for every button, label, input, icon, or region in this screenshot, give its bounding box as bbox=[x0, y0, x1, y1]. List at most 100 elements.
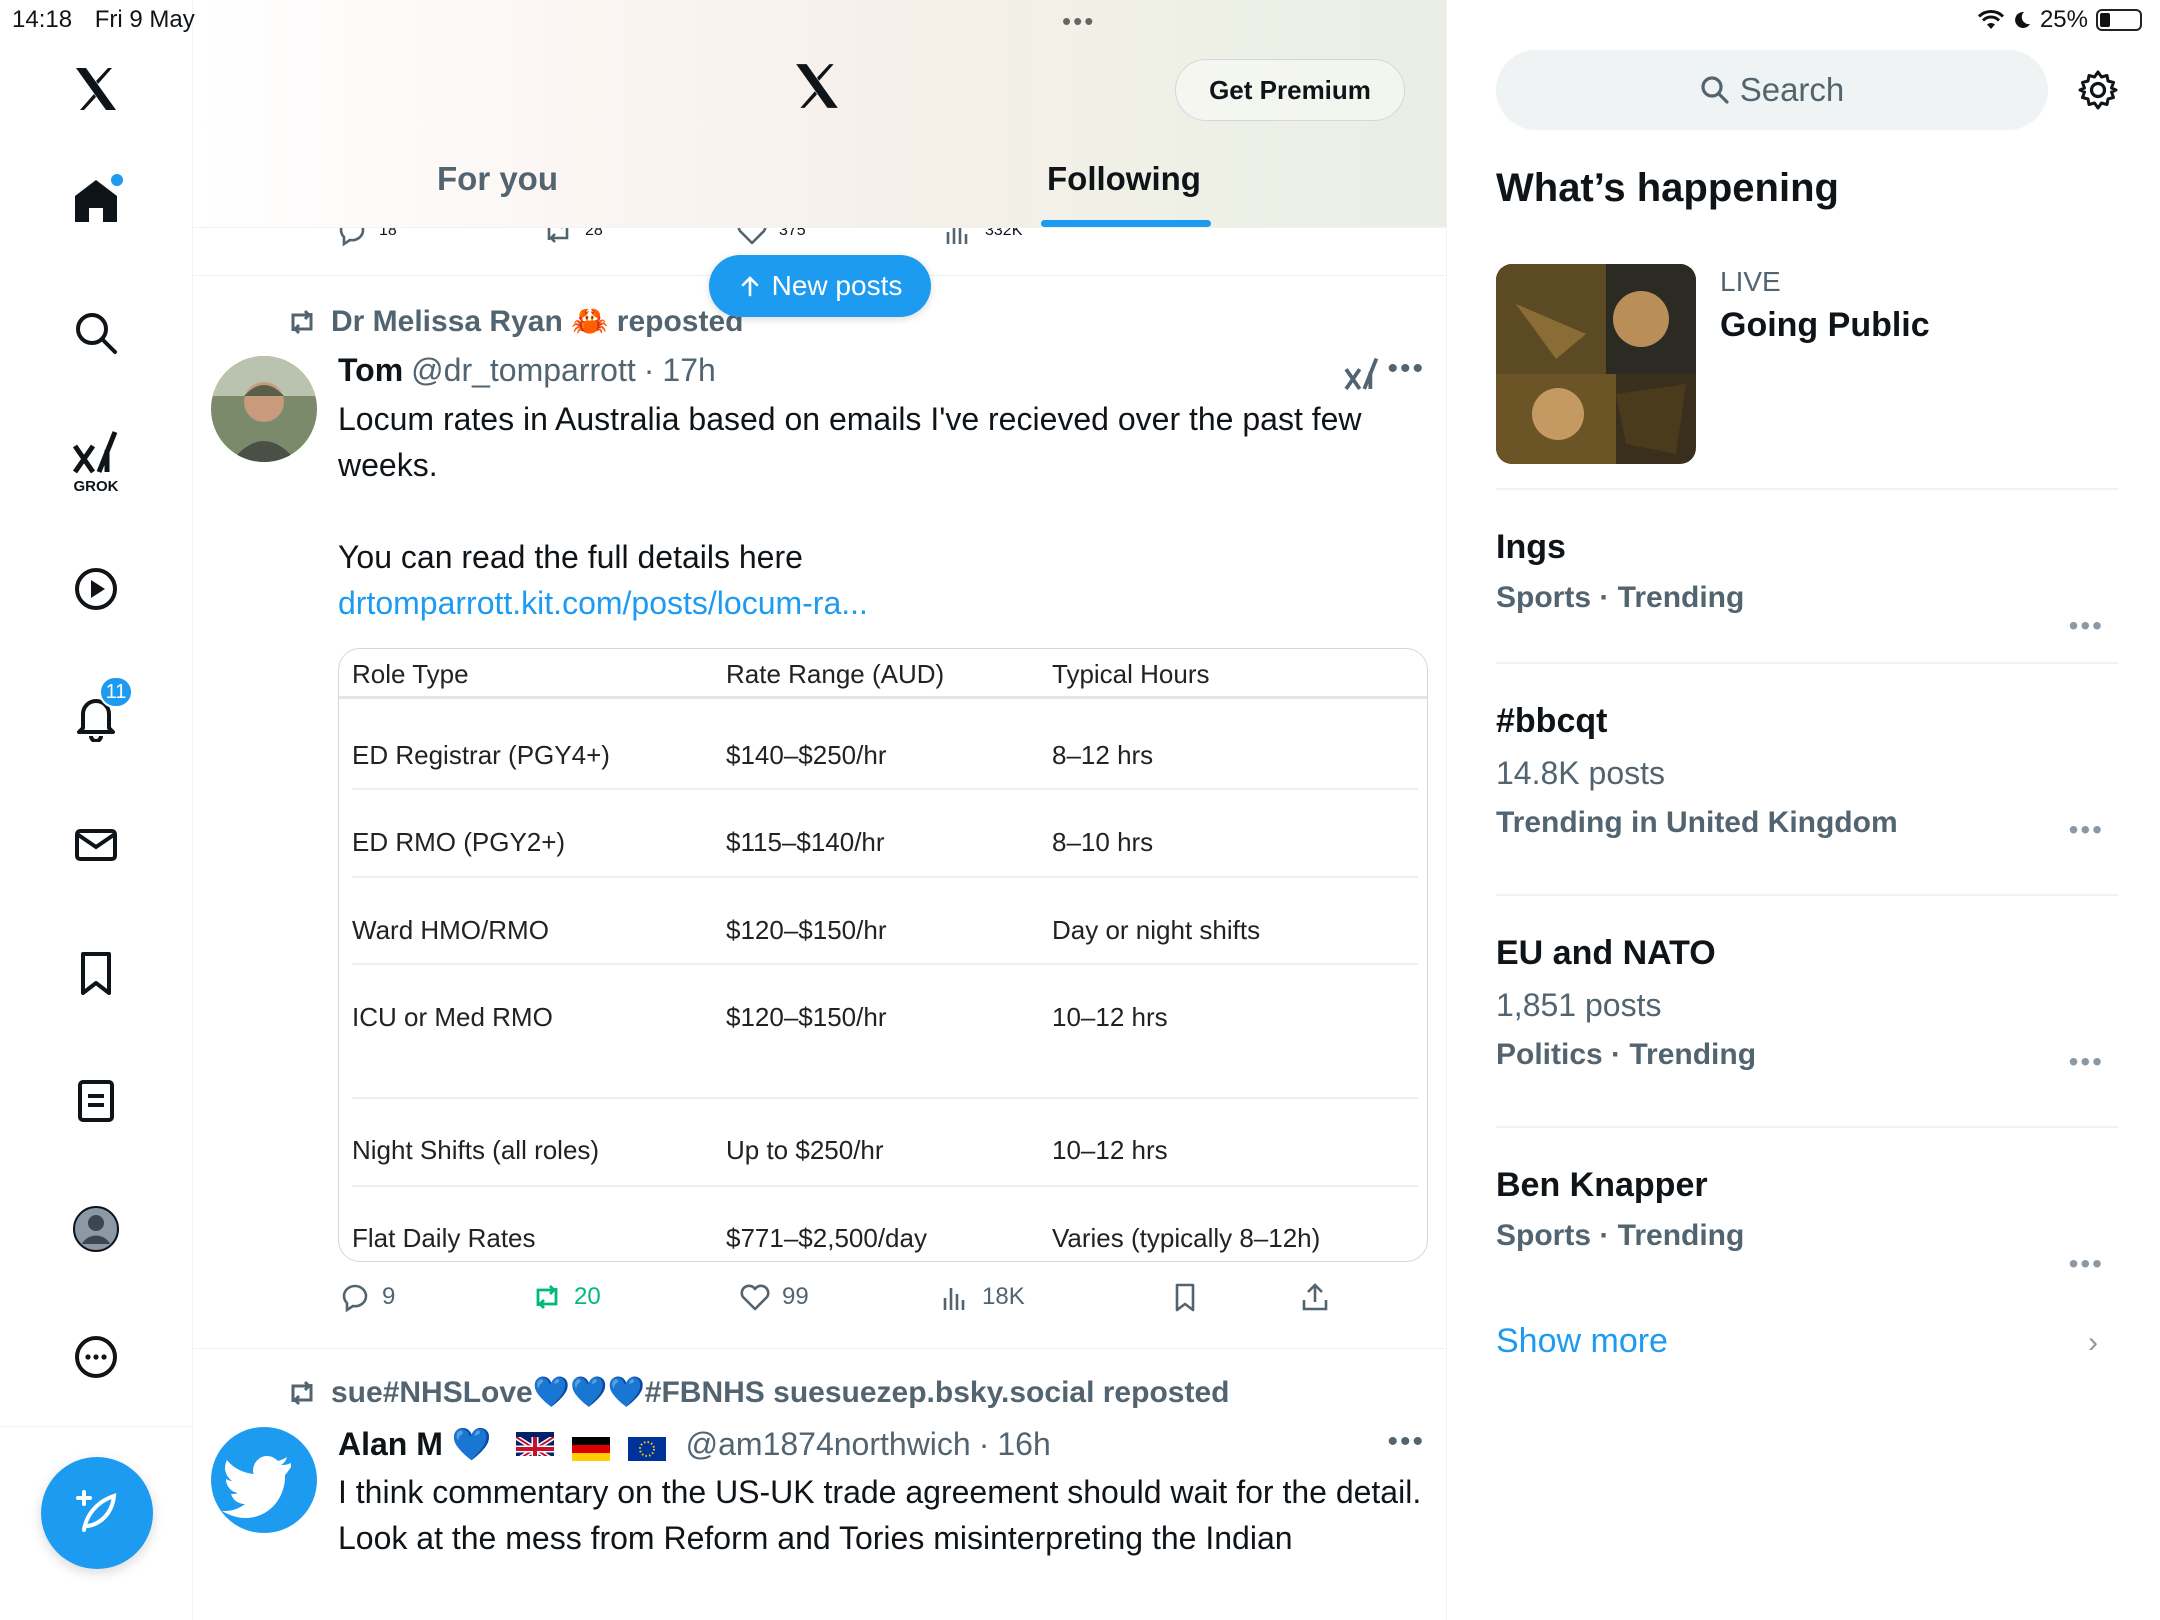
like-count: 99 bbox=[782, 1283, 809, 1310]
like-button[interactable]: 99 bbox=[738, 1280, 809, 1314]
trend-post-count: 1,851 posts bbox=[1496, 987, 1662, 1023]
search-placeholder: Search bbox=[1739, 71, 1845, 108]
post-image-table[interactable]: Role Type Rate Range (AUD) Typical Hours… bbox=[338, 648, 1428, 1262]
x-logo-icon[interactable] bbox=[71, 64, 121, 114]
author-handle[interactable]: @am1874northwich bbox=[686, 1426, 971, 1463]
home-icon[interactable] bbox=[71, 174, 123, 226]
trend-more-icon[interactable]: ••• bbox=[2069, 1046, 2104, 1078]
tab-for-you[interactable]: For you bbox=[437, 160, 558, 198]
trend-item[interactable]: Ben Knapper Sports · Trending ••• bbox=[1496, 1166, 2118, 1286]
post-text: Locum rates in Australia based on emails… bbox=[338, 396, 1428, 626]
flag-uk-icon bbox=[515, 1432, 554, 1456]
views-count: 18K bbox=[982, 1283, 1025, 1310]
active-tab-indicator bbox=[1041, 220, 1211, 227]
new-posts-button[interactable]: New posts bbox=[709, 255, 931, 317]
x-logo-icon[interactable] bbox=[791, 60, 843, 117]
post-link[interactable]: drtomparrott.kit.com/posts/locum-ra... bbox=[338, 580, 1428, 626]
multitask-dots-icon[interactable]: ••• bbox=[1062, 6, 1095, 37]
repost-count: 20 bbox=[574, 1283, 601, 1310]
trend-name: Ings bbox=[1496, 528, 1566, 566]
repost-icon bbox=[291, 1380, 313, 1405]
search-icon bbox=[1701, 76, 1729, 104]
post-more-icon[interactable]: ••• bbox=[1387, 352, 1425, 386]
bookmark-button[interactable] bbox=[1168, 1280, 1202, 1314]
battery-icon bbox=[2096, 9, 2142, 31]
grok-icon[interactable] bbox=[1343, 354, 1381, 392]
show-more-link[interactable]: Show more bbox=[1496, 1322, 1668, 1361]
trend-name: #bbcqt bbox=[1496, 702, 1608, 740]
flag-germany-icon bbox=[571, 1432, 610, 1461]
notifications-badge: 11 bbox=[99, 676, 133, 708]
trend-divider bbox=[1496, 1126, 2118, 1128]
lists-icon[interactable] bbox=[71, 1076, 121, 1126]
share-button[interactable] bbox=[1298, 1280, 1332, 1314]
battery-percent: 25% bbox=[2039, 6, 2088, 33]
trend-meta: Politics · Trending bbox=[1496, 1038, 1757, 1071]
post-alan-m[interactable]: sue#NHSLove💙💙💙#FBNHS suesuezep.bsky.soci… bbox=[193, 1349, 1446, 1620]
post-time[interactable]: 16h bbox=[997, 1426, 1050, 1463]
moon-icon bbox=[2015, 11, 2030, 28]
author-name[interactable]: Alan M 💙 bbox=[338, 1425, 492, 1463]
trend-name: EU and NATO bbox=[1496, 934, 1716, 972]
avatar[interactable] bbox=[211, 356, 317, 462]
search-input[interactable]: Search bbox=[1496, 50, 2048, 130]
trend-more-icon[interactable]: ••• bbox=[2069, 814, 2104, 846]
table-row: ED RMO (PGY2+) $115–$140/hr 8–10 hrs bbox=[352, 790, 1418, 878]
live-label: LIVE bbox=[1720, 266, 1781, 297]
heart-icon bbox=[740, 1284, 770, 1311]
table-row: ICU or Med RMO $120–$150/hr 10–12 hrs bbox=[352, 965, 1418, 1099]
settings-gear-icon[interactable] bbox=[2076, 68, 2120, 117]
author-line: Alan M 💙 @am1874northwich · 16h bbox=[338, 1425, 1051, 1463]
reply-count: 9 bbox=[382, 1283, 396, 1310]
trend-item[interactable]: EU and NATO 1,851 posts Politics · Trend… bbox=[1496, 934, 2118, 1084]
table-row: Ward HMO/RMO $120–$150/hr Day or night s… bbox=[352, 878, 1418, 965]
search-icon[interactable] bbox=[71, 308, 121, 358]
reply-icon bbox=[342, 1284, 368, 1313]
status-date: Fri 9 May bbox=[94, 6, 195, 33]
status-bar: 14:18 Fri 9 May ••• 25% bbox=[0, 0, 2160, 40]
trend-meta: Trending in United Kingdom bbox=[1496, 806, 1898, 839]
tab-following[interactable]: Following bbox=[1047, 160, 1201, 198]
profile-avatar-icon[interactable] bbox=[71, 1204, 121, 1254]
more-options-icon[interactable] bbox=[71, 1332, 121, 1382]
chevron-right-icon[interactable]: › bbox=[2088, 1326, 2098, 1360]
nav-divider bbox=[0, 1426, 193, 1427]
post-more-icon[interactable]: ••• bbox=[1387, 1425, 1425, 1459]
trend-item[interactable]: Ings Sports · Trending ••• bbox=[1496, 528, 2118, 648]
post-time[interactable]: 17h bbox=[662, 352, 715, 389]
trend-divider bbox=[1496, 488, 2118, 490]
compose-post-button[interactable] bbox=[41, 1457, 153, 1569]
author-handle[interactable]: @dr_tomparrott bbox=[411, 352, 636, 389]
share-icon bbox=[1302, 1283, 1328, 1311]
bookmark-icon bbox=[1175, 1283, 1195, 1312]
whats-happening-title: What’s happening bbox=[1496, 166, 1839, 210]
repost-indicator: Dr Melissa Ryan 🦀 reposted bbox=[285, 304, 744, 339]
author-name[interactable]: Tom bbox=[338, 352, 403, 389]
live-event-title[interactable]: Going Public bbox=[1720, 306, 1930, 345]
repost-button[interactable]: 20 bbox=[530, 1280, 601, 1314]
wifi-icon bbox=[1977, 10, 2004, 29]
reply-button[interactable]: 9 bbox=[338, 1280, 395, 1314]
video-icon[interactable] bbox=[71, 564, 121, 614]
left-navigation: GROK 11 bbox=[0, 0, 193, 1620]
views-chart-icon bbox=[943, 1288, 965, 1310]
trend-item[interactable]: #bbcqt 14.8K posts Trending in United Ki… bbox=[1496, 702, 2118, 852]
post-text: I think commentary on the US-UK trade ag… bbox=[338, 1474, 1422, 1556]
table-row: Flat Daily Rates $771–$2,500/day Varies … bbox=[352, 1223, 1321, 1253]
table-header: Role Type Rate Range (AUD) Typical Hours bbox=[339, 649, 1427, 699]
flag-eu-icon bbox=[627, 1432, 666, 1461]
home-unread-dot bbox=[111, 174, 123, 186]
repost-icon bbox=[536, 1285, 558, 1309]
right-sidebar: Search What’s happening LIVE Going Publi… bbox=[1448, 0, 2160, 1620]
views-button[interactable]: 18K bbox=[938, 1280, 1025, 1314]
live-event-thumbnail[interactable] bbox=[1496, 264, 1696, 464]
avatar[interactable] bbox=[211, 1427, 317, 1533]
arrow-up-icon bbox=[741, 276, 758, 297]
bookmarks-icon[interactable] bbox=[71, 948, 121, 998]
get-premium-button[interactable]: Get Premium bbox=[1175, 59, 1405, 121]
grok-icon[interactable]: GROK bbox=[71, 426, 121, 495]
trend-more-icon[interactable]: ••• bbox=[2069, 610, 2104, 642]
trend-more-icon[interactable]: ••• bbox=[2069, 1248, 2104, 1280]
notifications-bell-icon[interactable]: 11 bbox=[71, 676, 133, 742]
messages-envelope-icon[interactable] bbox=[71, 820, 121, 870]
